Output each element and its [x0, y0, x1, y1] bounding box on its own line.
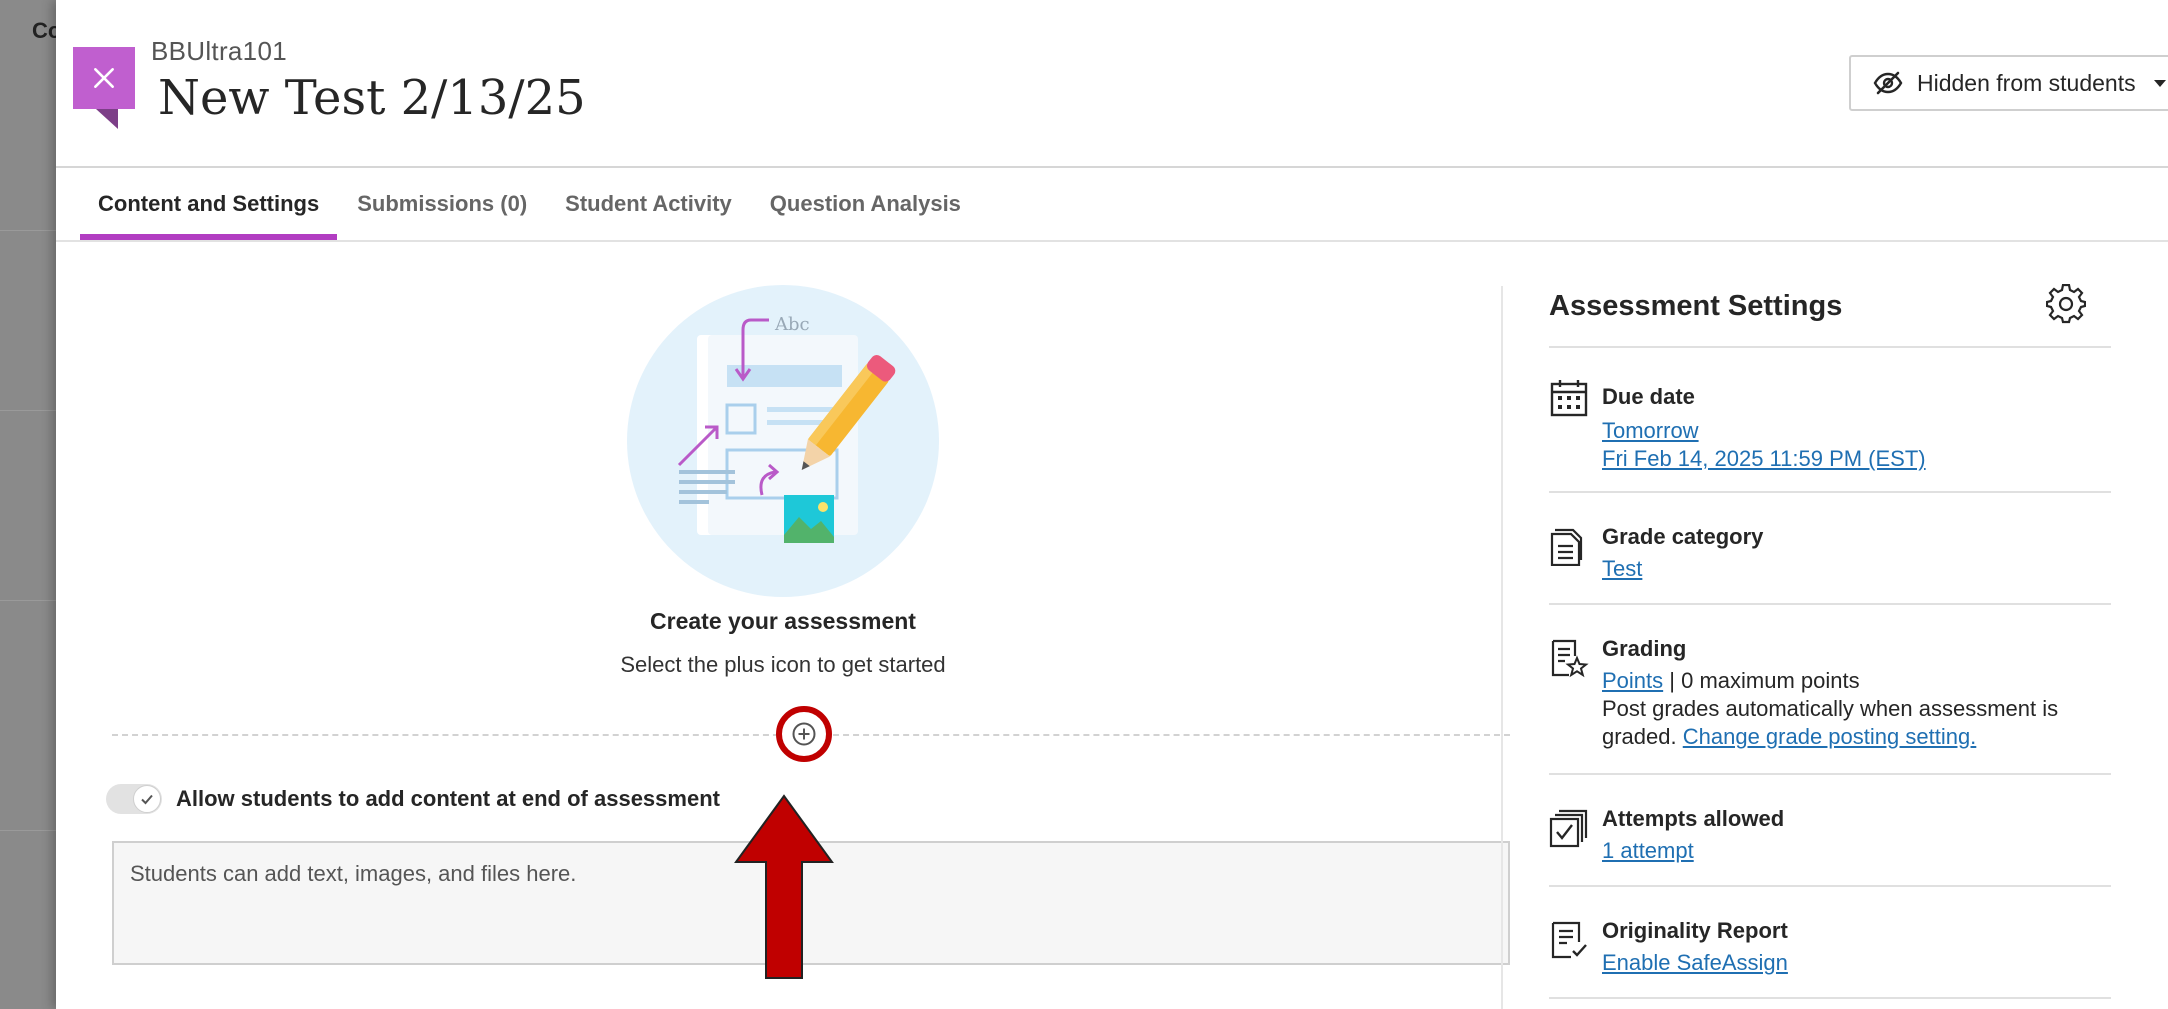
create-assessment-subtitle: Select the plus icon to get started — [620, 652, 946, 677]
due-date-relative-link[interactable]: Tomorrow — [1602, 418, 1699, 444]
close-button-tab — [96, 109, 118, 129]
check-icon — [141, 794, 153, 805]
hidden-eye-icon — [1873, 71, 1903, 95]
toggle-knob — [133, 785, 161, 813]
grading-separator: | — [1663, 668, 1682, 693]
grading-scheme-link[interactable]: Points — [1602, 668, 1663, 693]
originality-heading: Originality Report — [1602, 918, 1788, 943]
create-assessment-title: Create your assessment — [650, 608, 916, 634]
change-grade-posting-link[interactable]: Change grade posting setting. — [1683, 724, 1977, 749]
grade-category-link[interactable]: Test — [1602, 556, 1642, 582]
close-icon — [94, 68, 114, 88]
tab-content-and-settings[interactable]: Content and Settings — [80, 168, 338, 240]
originality-report-icon — [1551, 921, 1587, 959]
tab-submissions[interactable]: Submissions (0) — [339, 168, 545, 240]
chevron-down-icon — [2153, 79, 2166, 87]
background-divider — [0, 410, 56, 411]
grading-max-points: 0 maximum points — [1681, 668, 1860, 693]
background-page: Co — [0, 0, 56, 1009]
due-date-absolute-link[interactable]: Fri Feb 14, 2025 11:59 PM (EST) — [1602, 446, 1926, 472]
plus-circle-icon — [792, 722, 816, 746]
page-title: New Test 2/13/25 — [158, 70, 586, 126]
gear-icon[interactable] — [2046, 284, 2086, 324]
settings-divider-line — [1549, 603, 2111, 605]
tab-bar: Content and Settings Submissions (0) Stu… — [80, 168, 981, 240]
background-divider — [0, 830, 56, 831]
test-panel: BBUltra101 New Test 2/13/25 Hidden from … — [56, 0, 2168, 1009]
settings-divider-line — [1549, 773, 2111, 775]
settings-title: Assessment Settings — [1549, 290, 1843, 322]
due-date-heading: Due date — [1602, 384, 1695, 409]
tabs-divider — [56, 240, 2168, 242]
attempts-link[interactable]: 1 attempt — [1602, 838, 1694, 864]
allow-content-label: Allow students to add content at end of … — [176, 786, 720, 811]
close-button[interactable] — [73, 47, 135, 109]
visibility-dropdown[interactable]: Hidden from students — [1849, 55, 2168, 111]
allow-content-toggle[interactable] — [106, 784, 162, 814]
grade-category-heading: Grade category — [1602, 524, 1764, 549]
background-divider — [0, 230, 56, 231]
grading-icon — [1551, 639, 1589, 678]
settings-divider-line — [1549, 997, 2111, 999]
tab-question-analysis[interactable]: Question Analysis — [752, 168, 979, 240]
settings-divider-line — [1549, 346, 2111, 348]
attempts-heading: Attempts allowed — [1602, 806, 1785, 831]
assessment-illustration: Abc — [627, 285, 939, 597]
grade-posting-text: Post grades automatically when assessmen… — [1602, 696, 2059, 721]
document-icon — [1550, 528, 1583, 566]
settings-divider-line — [1549, 885, 2111, 887]
settings-divider-line — [1549, 491, 2111, 493]
settings-divider — [1501, 286, 1503, 1009]
tab-student-activity[interactable]: Student Activity — [547, 168, 750, 240]
calendar-icon — [1550, 380, 1588, 417]
attempts-icon — [1549, 809, 1588, 848]
grade-posting-text-end: graded. — [1602, 724, 1677, 749]
add-content-button[interactable] — [776, 706, 832, 762]
background-divider — [0, 600, 56, 601]
course-name: BBUltra101 — [151, 36, 287, 66]
annotation-arrow-icon — [734, 794, 834, 979]
illustration-text: Abc — [774, 314, 810, 335]
grade-posting-text-cont: graded. Change grade posting setting. — [1602, 724, 1976, 750]
grading-summary: Points | 0 maximum points — [1602, 668, 1860, 694]
background-text: Co — [32, 18, 56, 43]
grading-heading: Grading — [1602, 636, 1687, 661]
enable-safeassign-link[interactable]: Enable SafeAssign — [1602, 950, 1788, 976]
visibility-label: Hidden from students — [1917, 69, 2136, 96]
